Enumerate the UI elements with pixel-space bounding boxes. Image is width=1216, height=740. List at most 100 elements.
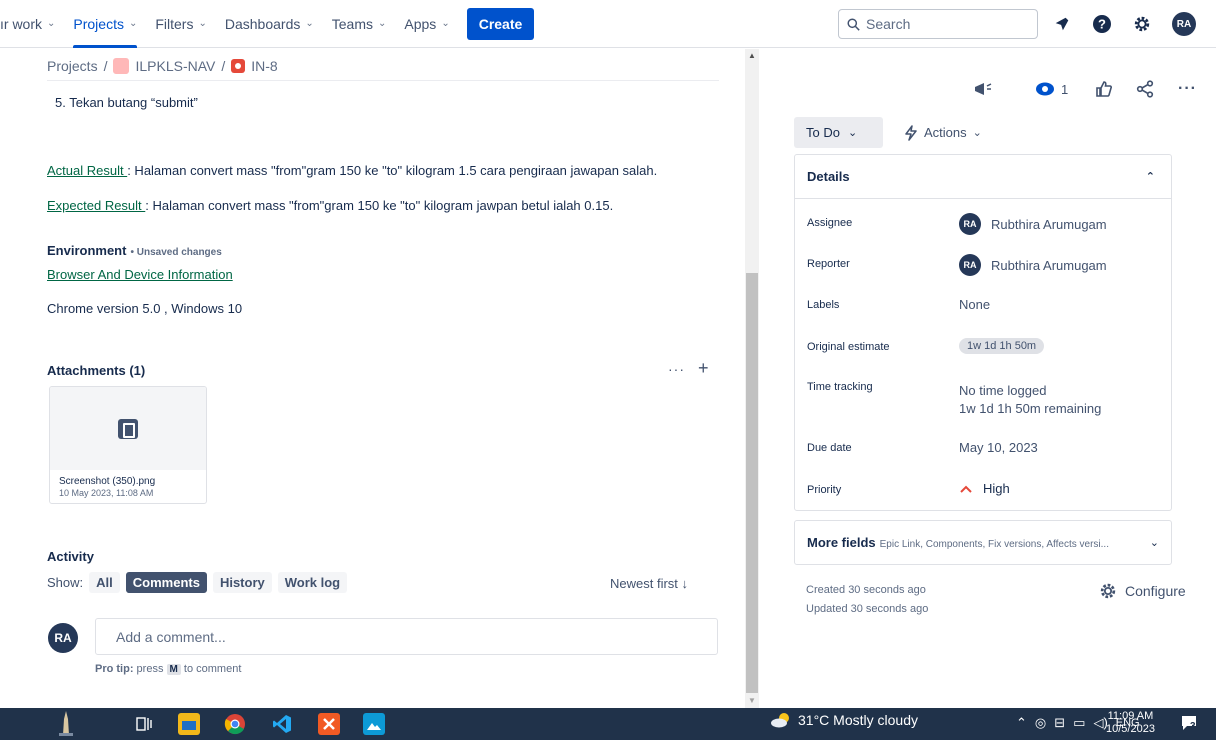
- time-tracking-field[interactable]: No time logged 1w 1d 1h 50m remaining: [959, 383, 1101, 416]
- notification-count: 3: [1190, 721, 1196, 732]
- attachments-add-button[interactable]: +: [698, 358, 709, 379]
- landmark-icon[interactable]: [56, 709, 76, 737]
- watchers-button[interactable]: 1: [1035, 79, 1068, 99]
- browser-device-link[interactable]: Browser And Device Information: [47, 267, 233, 282]
- attachments-more-button[interactable]: ···: [668, 361, 685, 377]
- keyboard-key: M: [166, 664, 181, 675]
- comment-user-avatar: RA: [48, 623, 78, 653]
- status-dropdown[interactable]: To Do ⌄: [794, 117, 883, 148]
- breadcrumb-divider: [47, 80, 719, 81]
- meet-now-icon[interactable]: ◎: [1035, 715, 1046, 731]
- scroll-down-arrow-icon[interactable]: ▼: [748, 696, 756, 705]
- reporter-avatar: RA: [959, 254, 981, 276]
- nav-apps[interactable]: Apps ⌄: [395, 0, 458, 48]
- clock-time: 11:09 AM: [1107, 710, 1154, 722]
- clock-date: 10/5/2023: [1106, 723, 1155, 735]
- notifications-icon[interactable]: [1050, 12, 1074, 36]
- more-fields-section[interactable]: More fields Epic Link, Components, Fix ve…: [794, 520, 1172, 565]
- assignee-field[interactable]: RA Rubthira Arumugam: [959, 213, 1107, 235]
- user-avatar[interactable]: RA: [1172, 12, 1196, 36]
- task-view-icon[interactable]: [133, 713, 155, 735]
- created-timestamp: Created 30 seconds ago: [806, 584, 926, 596]
- bug-type-icon: [231, 59, 246, 73]
- due-date-field[interactable]: May 10, 2023: [959, 440, 1038, 455]
- more-fields-summary: Epic Link, Components, Fix versions, Aff…: [879, 539, 1109, 550]
- actions-dropdown[interactable]: Actions ⌄: [904, 117, 982, 148]
- expected-result-label[interactable]: Expected Result: [47, 198, 145, 213]
- display-icon[interactable]: ▭: [1073, 715, 1085, 731]
- gear-icon: [1100, 583, 1116, 599]
- priority-field[interactable]: High: [959, 481, 1010, 496]
- original-estimate-field[interactable]: 1w 1d 1h 50m: [959, 338, 1045, 354]
- sort-newest-first-button[interactable]: Newest first ↓: [610, 576, 688, 591]
- activity-tab-comments[interactable]: Comments: [125, 572, 207, 593]
- due-date-label: Due date: [807, 442, 852, 454]
- cloudy-weather-icon: [771, 713, 789, 728]
- activity-heading: Activity: [47, 549, 94, 564]
- weather-widget[interactable]: 31°C Mostly cloudy: [770, 712, 918, 728]
- breadcrumb-project[interactable]: ILPKLS-NAV: [135, 58, 215, 74]
- file-icon: [118, 418, 138, 439]
- chevron-up-icon: ⌃: [1145, 171, 1155, 183]
- help-icon[interactable]: ?: [1090, 12, 1114, 36]
- pro-tip: Pro tip: press M to comment: [95, 663, 242, 675]
- more-actions-icon[interactable]: ···: [1178, 79, 1197, 99]
- more-fields-title: More fields: [807, 535, 876, 550]
- estimate-lozenge: 1w 1d 1h 50m: [959, 338, 1045, 354]
- scroll-up-arrow-icon[interactable]: ▲: [748, 51, 756, 60]
- show-label: Show:: [47, 575, 84, 590]
- updated-timestamp: Updated 30 seconds ago: [806, 603, 929, 615]
- attachment-filename: Screenshot (350).png: [59, 476, 156, 487]
- environment-value: Chrome version 5.0 , Windows 10: [47, 301, 243, 316]
- xampp-icon[interactable]: [318, 713, 340, 735]
- vscode-icon[interactable]: [271, 713, 293, 735]
- breadcrumb-projects[interactable]: Projects: [47, 58, 98, 74]
- nav-projects[interactable]: Projects ⌄: [64, 0, 146, 48]
- like-thumbs-up-icon[interactable]: [1095, 79, 1113, 99]
- chrome-icon[interactable]: [224, 713, 246, 735]
- issue-main-panel: Projects / ILPKLS-NAV / IN-8 5. Tekan bu…: [0, 49, 740, 708]
- attachment-thumbnail: [50, 387, 206, 470]
- settings-gear-icon[interactable]: [1130, 12, 1154, 36]
- configure-button[interactable]: Configure: [1099, 582, 1186, 600]
- scrollbar-thumb[interactable]: [746, 273, 758, 693]
- unsaved-changes-note: • Unsaved changes: [130, 247, 222, 258]
- add-comment-input[interactable]: Add a comment...: [95, 618, 718, 655]
- expected-result: Expected Result : Halaman convert mass "…: [47, 198, 613, 213]
- reporter-field[interactable]: RA Rubthira Arumugam: [959, 254, 1107, 276]
- notification-center-icon[interactable]: 3: [1180, 714, 1198, 732]
- photos-icon[interactable]: [363, 713, 385, 735]
- time-tracking-label: Time tracking: [807, 381, 873, 393]
- chevron-down-icon: ⌄: [1149, 537, 1159, 549]
- time-logged: No time logged: [959, 383, 1047, 398]
- environment-heading: Environment • Unsaved changes: [47, 243, 222, 258]
- search-placeholder: Search: [866, 16, 911, 32]
- nav-filters[interactable]: Filters ⌄: [146, 0, 216, 48]
- actual-result-label[interactable]: Actual Result: [47, 163, 127, 178]
- activity-tab-history[interactable]: History: [212, 572, 272, 593]
- file-explorer-icon[interactable]: [178, 713, 200, 735]
- chevron-down-icon: ⌄: [847, 127, 858, 139]
- create-button[interactable]: Create: [466, 7, 535, 40]
- activity-tab-worklog[interactable]: Work log: [277, 572, 348, 593]
- nav-your-work[interactable]: ır work ⌄: [0, 0, 64, 48]
- nav-teams[interactable]: Teams ⌄: [323, 0, 396, 48]
- attachment-card[interactable]: Screenshot (350).png 10 May 2023, 11:08 …: [49, 386, 207, 504]
- assignee-label: Assignee: [807, 217, 853, 229]
- original-estimate-label: Original estimate: [807, 341, 890, 353]
- network-icon[interactable]: ⊟: [1054, 715, 1065, 731]
- nav-dashboards[interactable]: Dashboards ⌄: [216, 0, 323, 48]
- search-input[interactable]: Search: [838, 9, 1038, 39]
- details-header[interactable]: Details ⌃: [795, 155, 1171, 199]
- assignee-avatar: RA: [959, 213, 981, 235]
- watchers-count: 1: [1061, 81, 1069, 97]
- announce-icon[interactable]: [973, 79, 993, 99]
- breadcrumb-issue[interactable]: IN-8: [251, 58, 277, 74]
- system-clock[interactable]: 11:09 AM 10/5/2023: [1106, 710, 1155, 736]
- show-hidden-icons-chevron-icon[interactable]: ⌃: [1016, 715, 1027, 731]
- description-step-5: 5. Tekan butang “submit”: [55, 95, 198, 110]
- priority-high-icon: [960, 485, 972, 493]
- share-icon[interactable]: [1136, 79, 1154, 99]
- labels-field[interactable]: None: [959, 297, 990, 312]
- activity-tab-all[interactable]: All: [89, 572, 120, 593]
